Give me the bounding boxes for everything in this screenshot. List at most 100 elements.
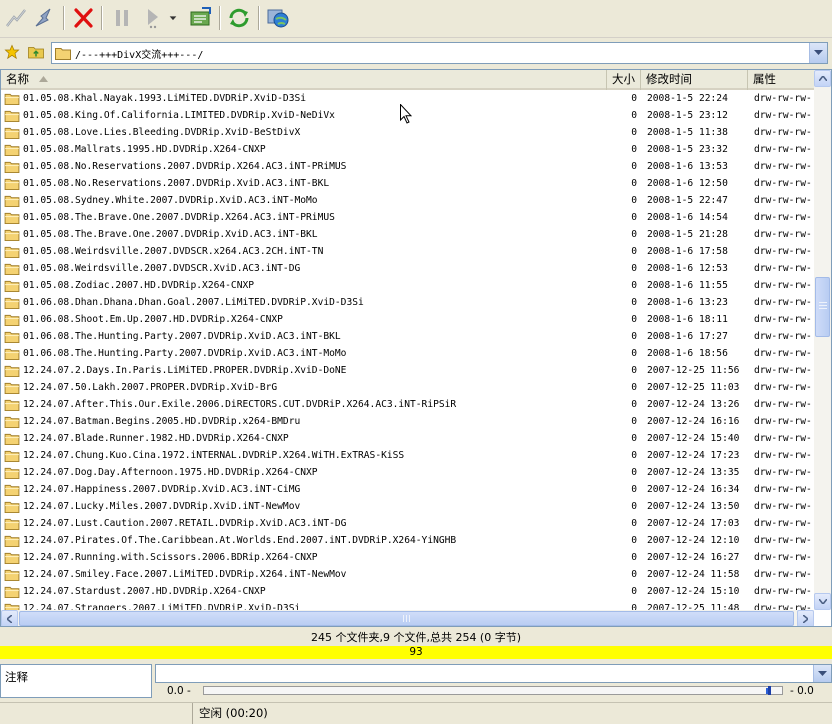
file-row[interactable]: 12.24.07.50.Lakh.2007.PROPER.DVDRip.XviD…: [1, 379, 814, 396]
file-time: 2007-12-24 15:10: [647, 586, 740, 597]
file-size: 0: [631, 314, 637, 325]
file-row[interactable]: 01.05.08.No.Reservations.2007.DVDRip.X26…: [1, 158, 814, 175]
file-size: 0: [631, 501, 637, 512]
path-combobox[interactable]: /---+++DivX交流+++---/: [51, 42, 828, 64]
file-time: 2007-12-24 17:23: [647, 450, 740, 461]
status-bar: 空闲 (00:20): [0, 702, 832, 724]
connect-button[interactable]: [2, 4, 30, 32]
note-label: 注释: [0, 664, 152, 698]
file-attr: drw-rw-rw-: [754, 297, 812, 308]
folder-icon: [4, 331, 20, 343]
transfer-button[interactable]: [186, 4, 214, 32]
folder-icon: [4, 569, 20, 581]
file-row[interactable]: 01.05.08.Mallrats.1995.HD.DVDRip.X264-CN…: [1, 141, 814, 158]
file-attr: drw-rw-rw-: [754, 280, 812, 291]
folder-icon: [55, 47, 71, 60]
file-row[interactable]: 12.24.07.Stardust.2007.HD.DVDRip.X264-CN…: [1, 583, 814, 600]
file-row[interactable]: 01.05.08.Weirdsville.2007.DVDSCR.x264.AC…: [1, 243, 814, 260]
file-time: 2008-1-5 11:38: [647, 127, 728, 138]
file-row[interactable]: 01.05.08.The.Brave.One.2007.DVDRip.XviD.…: [1, 226, 814, 243]
file-list[interactable]: 名称 大小 修改时间 属性 01.05.08.Khal.Nayak.1993.L…: [0, 69, 832, 627]
vertical-scrollbar[interactable]: [814, 70, 831, 610]
file-row[interactable]: 12.24.07.Smiley.Face.2007.LiMiTED.DVDRip…: [1, 566, 814, 583]
column-name[interactable]: 名称: [1, 70, 607, 90]
file-time: 2007-12-24 13:26: [647, 399, 740, 410]
file-name-cell: 01.05.08.Weirdsville.2007.DVDSCR.x264.AC…: [1, 246, 607, 258]
file-row[interactable]: 12.24.07.Happiness.2007.DVDRip.XviD.AC3.…: [1, 481, 814, 498]
file-size: 0: [631, 212, 637, 223]
folder-icon: [4, 246, 20, 258]
folder-icon: [4, 110, 20, 122]
scroll-up-button[interactable]: [814, 70, 831, 87]
file-name-cell: 01.05.08.The.Brave.One.2007.DVDRip.X264.…: [1, 212, 607, 224]
file-size: 0: [631, 348, 637, 359]
file-row[interactable]: 12.24.07.Pirates.Of.The.Caribbean.At.Wor…: [1, 532, 814, 549]
file-row[interactable]: 12.24.07.Lucky.Miles.2007.DVDRip.XviD.iN…: [1, 498, 814, 515]
folder-icon: [4, 416, 20, 428]
column-size[interactable]: 大小: [607, 70, 641, 90]
skip-dropdown[interactable]: [166, 4, 180, 32]
file-size: 0: [631, 127, 637, 138]
file-size: 0: [631, 518, 637, 529]
column-attr[interactable]: 属性: [748, 70, 814, 90]
file-attr: drw-rw-rw-: [754, 416, 812, 427]
globe-icon: [267, 9, 289, 28]
file-name: 01.05.08.King.Of.California.LIMITED.DVDR…: [23, 110, 335, 121]
file-row[interactable]: 01.06.08.The.Hunting.Party.2007.DVDRip.X…: [1, 345, 814, 362]
file-row[interactable]: 01.06.08.The.Hunting.Party.2007.DVDRip.X…: [1, 328, 814, 345]
file-name-cell: 01.05.08.Khal.Nayak.1993.LiMiTED.DVDRiP.…: [1, 93, 607, 105]
pause-button[interactable]: [108, 4, 136, 32]
file-row[interactable]: 12.24.07.After.This.Our.Exile.2006.DiREC…: [1, 396, 814, 413]
folder-icon: [4, 144, 20, 156]
file-name-cell: 12.24.07.Lust.Caution.2007.RETAIL.DVDRip…: [1, 518, 607, 530]
file-size: 0: [631, 93, 637, 104]
scroll-down-button[interactable]: [814, 593, 831, 610]
chevron-down-icon: [818, 670, 827, 676]
file-row[interactable]: 01.06.08.Shoot.Em.Up.2007.HD.DVDRip.X264…: [1, 311, 814, 328]
level-meter: [203, 686, 783, 695]
file-row[interactable]: 12.24.07.Dog.Day.Afternoon.1975.HD.DVDRi…: [1, 464, 814, 481]
file-name: 12.24.07.Pirates.Of.The.Caribbean.At.Wor…: [23, 535, 457, 546]
file-size: 0: [631, 586, 637, 597]
bookmark-star-button[interactable]: [4, 44, 20, 63]
skip-button[interactable]: [140, 4, 168, 32]
folder-icon: [4, 433, 20, 445]
parent-folder-button[interactable]: [27, 43, 45, 64]
folder-icon: [4, 161, 20, 173]
file-name-cell: 01.05.08.No.Reservations.2007.DVDRip.Xvi…: [1, 178, 607, 190]
file-size: 0: [631, 569, 637, 580]
file-row[interactable]: 01.05.08.The.Brave.One.2007.DVDRip.X264.…: [1, 209, 814, 226]
file-row[interactable]: 12.24.07.Chung.Kuo.Cina.1972.iNTERNAL.DV…: [1, 447, 814, 464]
refresh-button[interactable]: [225, 4, 253, 32]
column-time[interactable]: 修改时间: [641, 70, 748, 90]
file-row[interactable]: 01.05.08.No.Reservations.2007.DVDRip.Xvi…: [1, 175, 814, 192]
file-time: 2008-1-6 11:55: [647, 280, 728, 291]
folder-icon: [4, 552, 20, 564]
column-header: 名称 大小 修改时间 属性: [1, 70, 814, 90]
file-attr: drw-rw-rw-: [754, 144, 812, 155]
file-time: 2008-1-6 18:56: [647, 348, 728, 359]
file-row[interactable]: 12.24.07.Blade.Runner.1982.HD.DVDRip.X26…: [1, 430, 814, 447]
horizontal-scrollbar[interactable]: [1, 610, 814, 626]
scroll-left-button[interactable]: [1, 610, 18, 626]
file-row[interactable]: 01.05.08.Weirdsville.2007.DVDSCR.XviD.AC…: [1, 260, 814, 277]
file-row[interactable]: 01.05.08.Sydney.White.2007.DVDRip.XviD.A…: [1, 192, 814, 209]
horizontal-scroll-thumb[interactable]: [19, 611, 794, 626]
file-row[interactable]: 12.24.07.Lust.Caution.2007.RETAIL.DVDRip…: [1, 515, 814, 532]
disconnect-button[interactable]: [69, 4, 97, 32]
file-row[interactable]: 01.05.08.Zodiac.2007.HD.DVDRip.X264-CNXP…: [1, 277, 814, 294]
note-combobox[interactable]: [155, 664, 832, 683]
path-dropdown-button[interactable]: [809, 43, 827, 63]
file-row[interactable]: 12.24.07.Batman.Begins.2005.HD.DVDRip.x2…: [1, 413, 814, 430]
file-name: 01.05.08.The.Brave.One.2007.DVDRip.X264.…: [23, 212, 335, 223]
file-name: 01.05.08.No.Reservations.2007.DVDRip.Xvi…: [23, 178, 330, 189]
file-row[interactable]: 12.24.07.2.Days.In.Paris.LiMiTED.PROPER.…: [1, 362, 814, 379]
quick-connect-button[interactable]: [30, 4, 58, 32]
site-manager-button[interactable]: [264, 4, 292, 32]
folder-icon: [4, 518, 20, 530]
file-row[interactable]: 12.24.07.Running.with.Scissors.2006.BDRi…: [1, 549, 814, 566]
file-row[interactable]: 01.06.08.Dhan.Dhana.Dhan.Goal.2007.LiMiT…: [1, 294, 814, 311]
note-dropdown-button[interactable]: [813, 665, 831, 682]
scroll-right-button[interactable]: [797, 610, 814, 626]
vertical-scroll-thumb[interactable]: [815, 277, 830, 337]
